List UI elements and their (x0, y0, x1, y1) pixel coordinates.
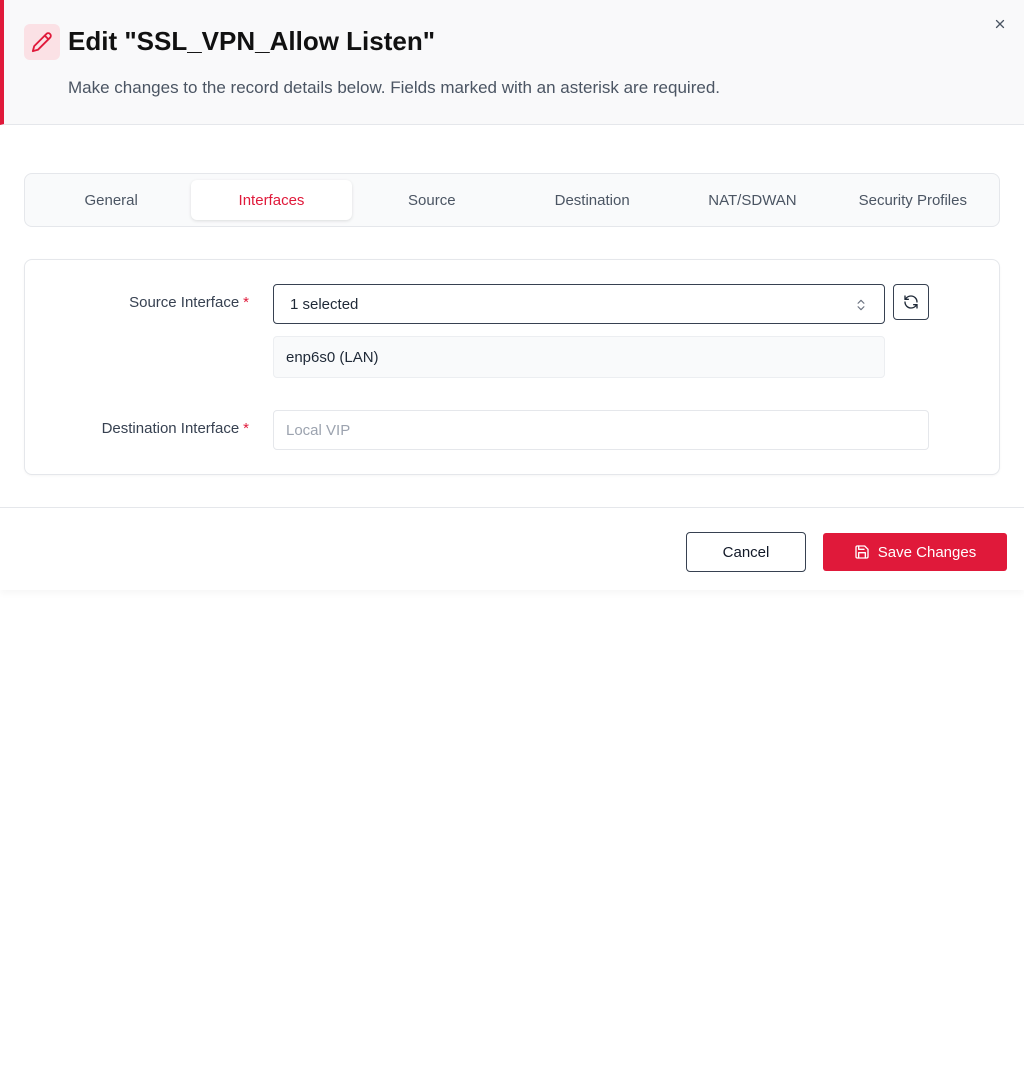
source-interface-label-text: Source Interface (129, 294, 240, 311)
dialog-footer: Cancel Save Changes (0, 507, 1024, 590)
tab-source[interactable]: Source (352, 180, 512, 220)
selected-interface-item: enp6s0 (LAN) (273, 336, 885, 378)
source-interface-select[interactable]: 1 selected (273, 284, 885, 324)
pencil-icon (24, 24, 60, 60)
cancel-button[interactable]: Cancel (686, 532, 806, 572)
save-button-label: Save Changes (877, 543, 977, 561)
required-asterisk: * (243, 294, 249, 311)
source-interface-value: 1 selected (290, 295, 359, 313)
destination-interface-label: Destination Interface * (102, 420, 249, 437)
tab-general[interactable]: General (31, 180, 191, 220)
refresh-button[interactable] (893, 284, 929, 320)
edit-dialog: Edit "SSL_VPN_Allow Listen" Make changes… (0, 0, 1024, 590)
source-interface-label: Source Interface * (129, 294, 249, 311)
close-icon[interactable] (990, 14, 1010, 34)
destination-interface-label-text: Destination Interface (101, 420, 240, 437)
save-changes-button[interactable]: Save Changes (823, 533, 1007, 571)
save-icon (855, 545, 869, 559)
tab-interfaces[interactable]: Interfaces (191, 180, 352, 220)
dialog-subtitle: Make changes to the record details below… (68, 78, 720, 97)
chevron-up-down-icon (857, 299, 865, 311)
refresh-icon (904, 295, 918, 309)
tab-destination[interactable]: Destination (512, 180, 672, 220)
destination-interface-input[interactable] (273, 410, 929, 450)
tab-bar: General Interfaces Source Destination NA… (24, 173, 1000, 227)
interfaces-form: Source Interface * 1 selected enp6s0 (LAN… (24, 259, 1000, 475)
required-asterisk: * (243, 420, 249, 437)
tab-nat-sdwan[interactable]: NAT/SDWAN (672, 180, 832, 220)
tab-security-profiles[interactable]: Security Profiles (833, 180, 993, 220)
dialog-title: Edit "SSL_VPN_Allow Listen" (68, 26, 436, 56)
dialog-header: Edit "SSL_VPN_Allow Listen" Make changes… (0, 0, 1024, 125)
